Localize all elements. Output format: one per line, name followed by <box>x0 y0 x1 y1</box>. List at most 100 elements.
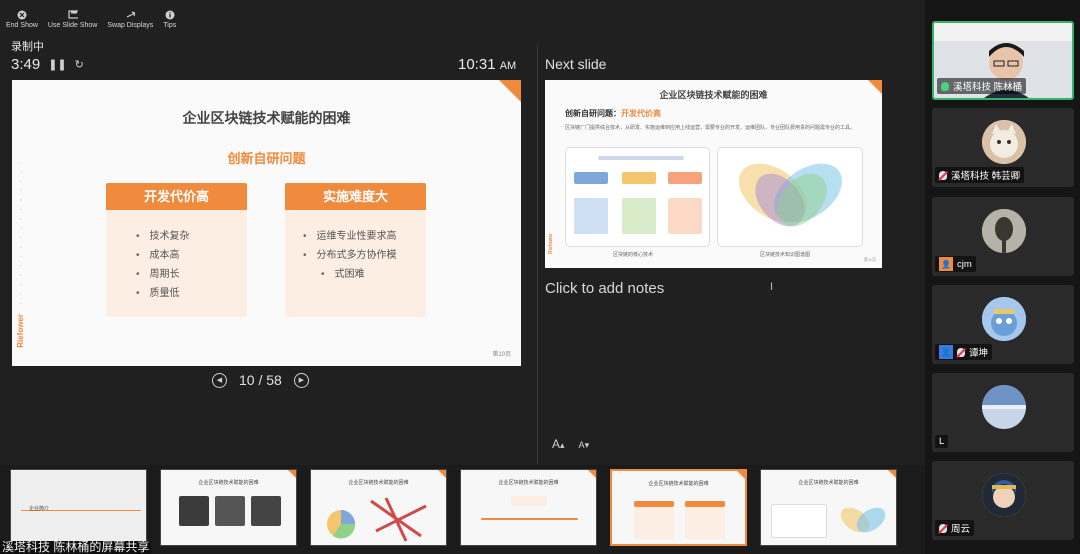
diagram-block <box>668 198 702 234</box>
info-icon <box>165 10 175 20</box>
thumb-timeline <box>481 518 578 520</box>
font-size-controls: A▴ A▾ <box>552 437 589 451</box>
participant-name: 溪塔科技 韩芸卿 <box>951 171 1021 182</box>
tips-button[interactable]: Tips <box>163 10 176 36</box>
slide-corner-decoration <box>288 470 296 478</box>
thumbnail-slide[interactable]: 企业简介 <box>10 469 147 546</box>
participant-tile[interactable]: 溪塔科技 韩芸卿 <box>932 108 1074 187</box>
card-item: 质量低 <box>136 284 247 303</box>
participant-tile[interactable]: 👤 谭坤 <box>932 285 1074 364</box>
avatar <box>982 473 1026 517</box>
clock-ampm: AM <box>499 60 517 72</box>
card-item: 成本高 <box>136 246 247 265</box>
text-cursor-icon: I <box>770 281 774 293</box>
participant-tile[interactable]: 溪塔科技 陈林桶 <box>932 21 1074 100</box>
diagram-block <box>574 172 608 184</box>
slide-navigation: ◀ 10 / 58 ▶ <box>212 372 309 388</box>
thumbnail-title: 企业区块链技术赋能的困难 <box>348 480 409 486</box>
next-slide-page-number: 第11页 <box>863 257 876 262</box>
knowledge-graph-diagram <box>717 147 863 247</box>
thumbnail-slide[interactable]: 企业区块链技术赋能的困难 <box>460 469 597 546</box>
participant-tile[interactable]: L <box>932 373 1074 452</box>
card-item: 分布式多方协作模 <box>303 246 426 265</box>
slide-corner-decoration <box>499 80 521 102</box>
avatar <box>982 120 1026 164</box>
clock-time: 10:31 <box>458 56 496 73</box>
caption-knowledge-graph: 区块链技术知识图谱图 <box>760 252 811 258</box>
thumbnail-slide-current[interactable]: 企业区块链技术赋能的困难 <box>610 469 747 546</box>
diagram-block <box>668 172 702 184</box>
next-slide-preview[interactable]: Riefower 企业区块链技术赋能的困难 创新自研问题：开发代价高 区块链厂门… <box>545 80 882 268</box>
presenter-view: End Show Use Slide Show Swap Displays Ti… <box>0 0 925 554</box>
participant-name-tag: 周云 <box>935 520 975 536</box>
pane-divider[interactable] <box>537 44 538 464</box>
thumbnail-title: 企业区块链技术赋能的困难 <box>498 480 559 486</box>
clock: 10:31 AM <box>458 56 516 73</box>
participant-name-tag: 👤 cjm <box>935 256 976 272</box>
slide-position: 10 / 58 <box>239 372 282 388</box>
microphone-icon <box>941 81 949 91</box>
participant-name-tag: L <box>935 435 949 448</box>
card-header: 开发代价高 <box>106 183 247 210</box>
thumb-block <box>771 504 827 538</box>
thumbnail-title: 企业区块链技术赋能的困难 <box>798 480 859 486</box>
slide-page-number: 第10页 <box>492 352 511 358</box>
thumbnail-title: 企业简介 <box>29 506 50 512</box>
thumbnail-title: 企业区块链技术赋能的困难 <box>648 481 709 487</box>
diagram-block <box>598 156 684 160</box>
microphone-muted-icon <box>957 347 965 357</box>
thumbnail-slide[interactable]: 企业区块链技术赋能的困难 <box>310 469 447 546</box>
participant-name: L <box>939 436 945 447</box>
question-highlight: 开发代价高 <box>621 109 661 118</box>
sky-avatar-image <box>982 385 1026 429</box>
participant-tile[interactable]: 👤 cjm <box>932 197 1074 276</box>
next-slide-title: 企业区块链技术赋能的困难 <box>659 90 768 100</box>
participant-name: 溪塔科技 陈林桶 <box>953 82 1023 93</box>
card-item: 周期长 <box>136 265 247 284</box>
participant-name-tag: 👤 谭坤 <box>935 344 993 360</box>
decrease-font-button[interactable]: A▾ <box>579 437 590 451</box>
thumbnail-slide[interactable]: 企业区块链技术赋能的困难 <box>760 469 897 546</box>
next-slide-description: 区块链厂门提供综合技术，从研发、实施运维到应用上线运营，需要专业的开发、运维团队… <box>565 125 856 131</box>
tips-label: Tips <box>163 22 177 29</box>
increase-font-label: A <box>552 437 561 451</box>
next-slide-icon[interactable]: ▶ <box>293 372 309 388</box>
elapsed-time: 3:49 <box>11 56 41 73</box>
slide-subtitle: 创新自研问题 <box>227 151 306 166</box>
recording-status: 录制中 <box>11 41 44 53</box>
user-icon: 👤 <box>939 257 953 271</box>
avatar <box>982 209 1026 253</box>
thumb-photo <box>251 496 281 526</box>
use-slide-show-label: Use Slide Show <box>47 22 98 29</box>
notes-placeholder[interactable]: Click to add notes <box>545 280 664 297</box>
next-slide-label: Next slide <box>545 56 607 72</box>
participant-name: cjm <box>957 258 972 270</box>
slide-corner-decoration <box>588 470 596 478</box>
spoon-avatar-image <box>982 209 1026 253</box>
end-show-button[interactable]: End Show <box>6 10 38 36</box>
venn-graphic <box>738 163 843 227</box>
card-item: 式困难 <box>303 265 426 284</box>
thumb-card-head <box>634 501 674 507</box>
pause-icon[interactable]: ❚❚ <box>48 58 66 71</box>
core-tech-diagram <box>565 147 710 247</box>
end-show-label: End Show <box>6 22 38 29</box>
girl-avatar-image <box>982 473 1026 517</box>
increase-font-button[interactable]: A▴ <box>552 437 565 451</box>
cartoon-avatar-image <box>982 297 1026 341</box>
thumbnail-slide[interactable]: 企业区块链技术赋能的困难 <box>160 469 297 546</box>
participant-tile[interactable]: 周云 <box>932 461 1074 540</box>
avatar <box>982 297 1026 341</box>
card-header: 实施难度大 <box>285 183 426 210</box>
use-slide-show-button[interactable]: Use Slide Show <box>48 10 97 36</box>
reset-timer-icon[interactable]: ↻ <box>75 58 84 71</box>
swap-displays-button[interactable]: Swap Displays <box>107 10 153 36</box>
previous-slide-icon[interactable]: ◀ <box>212 372 227 388</box>
participant-gallery: 溪塔科技 陈林桶 溪塔科技 韩芸卿 👤 cjm 👤 谭坤 L 周云 <box>925 0 1080 554</box>
thumb-card-head <box>685 501 725 507</box>
participant-name: 周云 <box>951 524 971 535</box>
elapsed-timer: 3:49 ❚❚ ↻ <box>11 56 84 73</box>
current-slide[interactable]: ▪ ▪ ▪ ▪ ▪ ▪ ▪ ▪ ▪ ▪ ▪ ▪ ▪ ▪ ▪ ▪ Riefower… <box>12 80 521 366</box>
diagram-block <box>574 198 608 234</box>
participant-name-tag: 溪塔科技 陈林桶 <box>937 78 1027 94</box>
